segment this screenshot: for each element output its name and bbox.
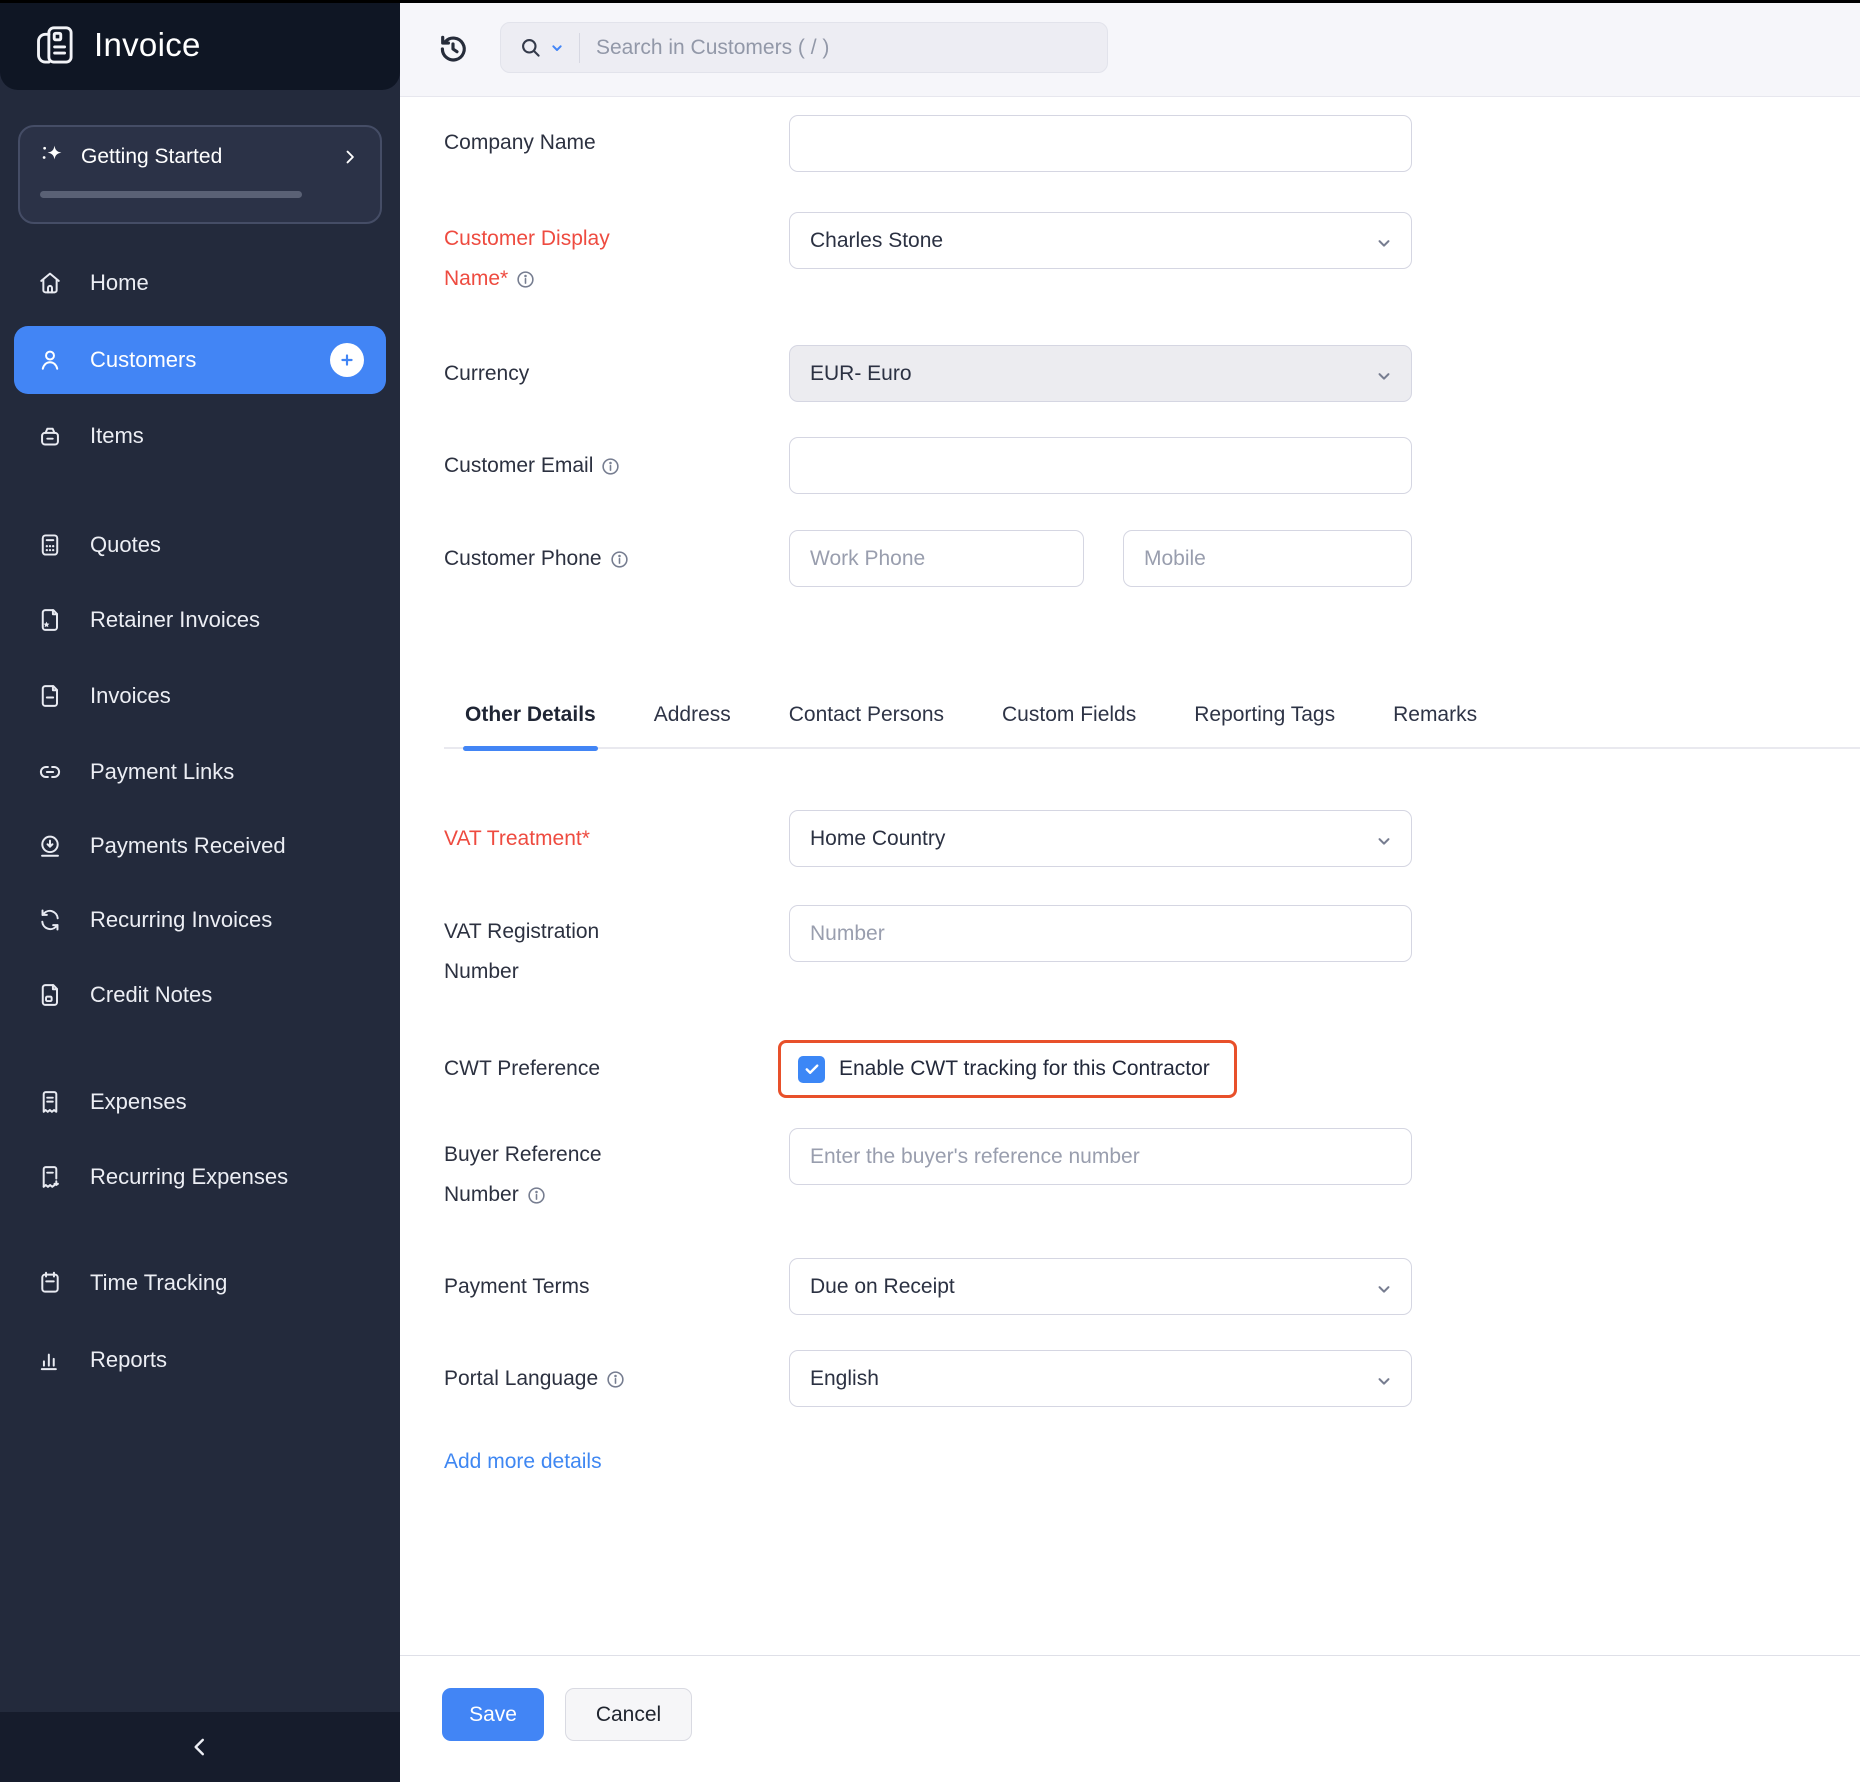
info-icon[interactable]: [527, 1186, 546, 1205]
sidebar-item-recurring-expenses[interactable]: Recurring Expenses: [0, 1149, 400, 1205]
payments-received-icon: [36, 832, 64, 860]
sidebar-item-retainer-invoices[interactable]: Retainer Invoices: [0, 592, 400, 648]
portal-language-select[interactable]: English: [789, 1350, 1412, 1407]
recent-history-button[interactable]: [432, 28, 474, 70]
chevron-down-icon: [1375, 367, 1393, 385]
buyer-reference-input[interactable]: [789, 1128, 1412, 1185]
customer-email-input[interactable]: [789, 437, 1412, 494]
tab-other-details[interactable]: Other Details: [465, 695, 596, 749]
search-input[interactable]: [580, 36, 1107, 60]
getting-started-card[interactable]: Getting Started: [18, 125, 382, 224]
invoices-icon: [36, 682, 64, 710]
vat-treatment-select[interactable]: Home Country: [789, 810, 1412, 867]
info-icon[interactable]: [610, 550, 629, 569]
chevron-down-icon: [1375, 832, 1393, 850]
tab-remarks[interactable]: Remarks: [1393, 695, 1477, 749]
search-scope-selector[interactable]: [501, 36, 579, 60]
time-tracking-icon: [36, 1269, 64, 1297]
sidebar-item-time-tracking[interactable]: Time Tracking: [0, 1255, 400, 1311]
sidebar-item-customers[interactable]: Customers: [14, 326, 386, 394]
sidebar-collapse-bar[interactable]: [0, 1712, 400, 1782]
sidebar-item-items[interactable]: Items: [0, 408, 400, 464]
customers-icon: [36, 346, 64, 374]
chevron-right-icon: [340, 147, 360, 167]
payment-terms-label: Payment Terms: [444, 1267, 649, 1307]
customer-display-name-select[interactable]: Charles Stone: [789, 212, 1412, 269]
reports-icon: [36, 1346, 64, 1374]
sidebar-item-recurring-invoices[interactable]: Recurring Invoices: [0, 892, 400, 948]
cancel-button[interactable]: Cancel: [565, 1688, 692, 1741]
mobile-phone-input[interactable]: [1123, 530, 1412, 587]
work-phone-input[interactable]: [789, 530, 1084, 587]
search-scope-chevron-icon: [549, 40, 565, 56]
getting-started-progress: [40, 191, 302, 198]
getting-started-label: Getting Started: [81, 145, 222, 169]
retainer-invoices-icon: [36, 606, 64, 634]
tab-reporting-tags[interactable]: Reporting Tags: [1194, 695, 1335, 749]
currency-label: Currency: [444, 354, 649, 394]
cwt-checkbox[interactable]: [798, 1056, 825, 1083]
recurring-expenses-icon: [36, 1163, 64, 1191]
vat-registration-label: VAT Registration Number: [444, 912, 649, 992]
sidebar-item-credit-notes[interactable]: Credit Notes: [0, 967, 400, 1023]
save-button[interactable]: Save: [442, 1688, 544, 1741]
customer-form: Company Name Customer Display Name* Char…: [400, 97, 1860, 1655]
search-icon: [519, 36, 543, 60]
top-header: [400, 0, 1860, 97]
tab-custom-fields[interactable]: Custom Fields: [1002, 695, 1136, 749]
info-icon[interactable]: [516, 270, 535, 289]
buyer-reference-label: Buyer Reference Number: [444, 1135, 649, 1215]
chevron-down-icon: [1375, 1280, 1393, 1298]
detail-tabs: Other Details Address Contact Persons Cu…: [444, 695, 1860, 749]
active-tab-underline: [463, 746, 598, 751]
global-search: [500, 22, 1108, 73]
payment-links-icon: [36, 758, 64, 786]
credit-notes-icon: [36, 981, 64, 1009]
collapse-sidebar-icon: [187, 1734, 213, 1760]
info-icon[interactable]: [601, 457, 620, 476]
home-icon: [36, 269, 64, 297]
chevron-down-icon: [1375, 1372, 1393, 1390]
customer-phone-label: Customer Phone: [444, 539, 649, 579]
app-title: Invoice: [94, 26, 201, 64]
form-action-bar: Save Cancel: [400, 1655, 1860, 1782]
sidebar-item-quotes[interactable]: Quotes: [0, 517, 400, 573]
sidebar-item-payments-received[interactable]: Payments Received: [0, 818, 400, 874]
company-name-label: Company Name: [444, 123, 649, 163]
items-bag-icon: [36, 422, 64, 450]
info-icon[interactable]: [606, 1370, 625, 1389]
payment-terms-select[interactable]: Due on Receipt: [789, 1258, 1412, 1315]
cwt-checkbox-label[interactable]: Enable CWT tracking for this Contractor: [839, 1057, 1210, 1081]
sidebar: Invoice Getting Started Home: [0, 0, 400, 1782]
app-header: Invoice: [0, 0, 400, 90]
customer-email-label: Customer Email: [444, 446, 649, 486]
customer-display-name-label: Customer Display Name*: [444, 219, 649, 299]
history-reload-icon: [434, 30, 472, 68]
add-more-details-link[interactable]: Add more details: [444, 1450, 602, 1474]
sidebar-item-payment-links[interactable]: Payment Links: [0, 744, 400, 800]
tab-contact-persons[interactable]: Contact Persons: [789, 695, 944, 749]
chevron-down-icon: [1375, 234, 1393, 252]
add-customer-button[interactable]: [330, 343, 364, 377]
portal-language-label: Portal Language: [444, 1359, 649, 1399]
recurring-invoices-icon: [36, 906, 64, 934]
cwt-preference-label: CWT Preference: [444, 1049, 649, 1089]
window-top-edge: [0, 0, 1860, 3]
tab-address[interactable]: Address: [654, 695, 731, 749]
vat-registration-input[interactable]: [789, 905, 1412, 962]
sidebar-item-invoices[interactable]: Invoices: [0, 668, 400, 724]
sidebar-item-expenses[interactable]: Expenses: [0, 1074, 400, 1130]
vat-treatment-label: VAT Treatment*: [444, 819, 649, 859]
invoice-app-logo-icon: [32, 22, 78, 68]
cwt-highlight-box: Enable CWT tracking for this Contractor: [778, 1040, 1237, 1098]
quotes-icon: [36, 531, 64, 559]
sidebar-item-home[interactable]: Home: [0, 255, 400, 311]
expenses-icon: [36, 1088, 64, 1116]
sidebar-item-reports[interactable]: Reports: [0, 1332, 400, 1388]
company-name-input[interactable]: [789, 115, 1412, 172]
sparkle-icon: [38, 142, 68, 172]
currency-select: EUR- Euro: [789, 345, 1412, 402]
